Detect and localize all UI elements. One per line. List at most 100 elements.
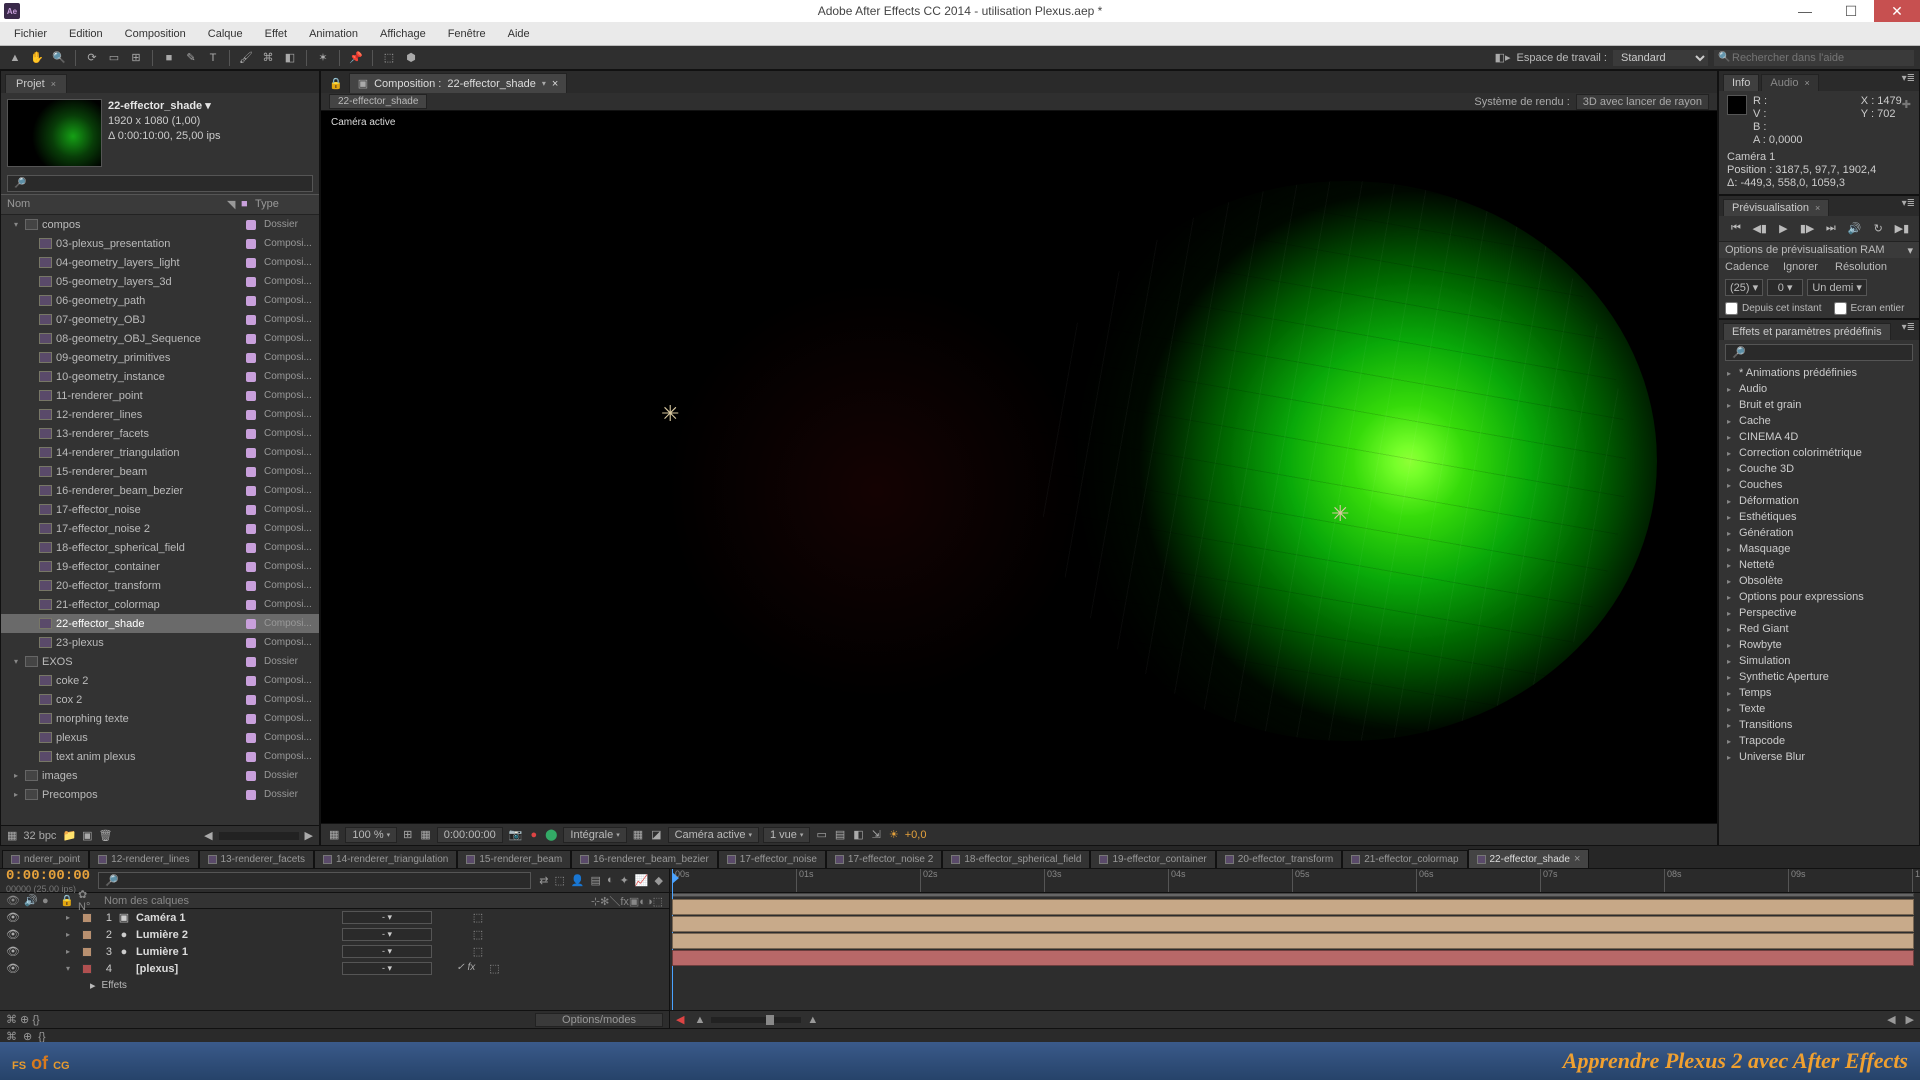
label-color-swatch[interactable] <box>246 277 256 287</box>
menu-affichage[interactable]: Affichage <box>370 24 436 44</box>
blend-mode-dropdown[interactable]: - ▾ <box>342 911 432 924</box>
ram-preview-header[interactable]: Options de prévisualisation RAM ▾ <box>1719 241 1919 258</box>
label-color-swatch[interactable] <box>246 524 256 534</box>
effect-category[interactable]: ▸Esthétiques <box>1719 509 1919 525</box>
clone-tool[interactable]: ⌘ <box>259 49 277 67</box>
project-item[interactable]: 11-renderer_pointComposi... <box>1 386 319 405</box>
info-tab[interactable]: Info <box>1723 74 1759 91</box>
bpc-button[interactable]: 32 bpc <box>23 830 56 842</box>
rect-tool[interactable]: ▭ <box>105 49 123 67</box>
timeline-tab[interactable]: 14-renderer_triangulation <box>314 850 457 868</box>
label-color-swatch[interactable] <box>246 467 256 477</box>
interpret-icon[interactable]: ▦ <box>7 829 17 842</box>
timeline-tab[interactable]: 17-effector_noise 2 <box>826 850 942 868</box>
effect-category[interactable]: ▸Bruit et grain <box>1719 397 1919 413</box>
effect-category[interactable]: ▸Rowbyte <box>1719 637 1919 653</box>
project-item[interactable]: text anim plexusComposi... <box>1 747 319 766</box>
label-color-swatch[interactable] <box>246 448 256 458</box>
label-color-swatch[interactable] <box>246 353 256 363</box>
auto-keyframe-icon[interactable]: ◆ <box>655 874 663 887</box>
project-item[interactable]: 18-effector_spherical_fieldComposi... <box>1 538 319 557</box>
timeline-tab[interactable]: 15-renderer_beam <box>457 850 571 868</box>
timeline-tab[interactable]: 16-renderer_beam_bezier <box>571 850 718 868</box>
views-dropdown[interactable]: 1 vue▾ <box>763 827 810 843</box>
graph-editor-icon[interactable]: 📈 <box>635 874 649 887</box>
twirl-icon[interactable]: ▸ <box>66 947 76 956</box>
color-mgmt-icon[interactable]: ⬤ <box>543 828 559 841</box>
resolution-icon[interactable]: ⊞ <box>401 828 414 841</box>
label-color-swatch[interactable] <box>246 676 256 686</box>
audio-tab[interactable]: Audio× <box>1761 74 1818 91</box>
puppet-tool[interactable]: 📌 <box>347 49 365 67</box>
selection-tool[interactable]: ▲ <box>6 49 24 67</box>
timeline-tab-strip[interactable]: nderer_point12-renderer_lines13-renderer… <box>0 846 1920 868</box>
effect-category[interactable]: ▸* Animations prédéfinies <box>1719 365 1919 381</box>
close-button[interactable]: ✕ <box>1874 0 1920 22</box>
zoom-in-icon[interactable]: ▲ <box>807 1014 818 1026</box>
effect-category[interactable]: ▸Audio <box>1719 381 1919 397</box>
preview-tab[interactable]: Prévisualisation× <box>1723 199 1829 216</box>
label-color-swatch[interactable] <box>246 657 256 667</box>
channel-icon[interactable]: ● <box>528 829 539 841</box>
label-color[interactable] <box>82 964 92 974</box>
marker-icon[interactable]: ◀ <box>676 1013 684 1026</box>
layer-bar[interactable] <box>672 916 1914 932</box>
scroll-left-icon[interactable]: ◀ <box>204 829 212 842</box>
pan-behind-tool[interactable]: ⊞ <box>127 49 145 67</box>
current-timecode[interactable]: 0:00:00:00 <box>6 868 90 884</box>
lock-icon[interactable]: 🔒 <box>325 74 347 93</box>
panel-menu-icon[interactable]: ▾≣ <box>1902 198 1915 209</box>
new-folder-icon[interactable]: 📁 <box>62 829 76 842</box>
twirl-icon[interactable]: ▸ <box>66 913 76 922</box>
timeline-tab[interactable]: 12-renderer_lines <box>89 850 198 868</box>
maximize-button[interactable]: ☐ <box>1828 0 1874 22</box>
3d-switch-icon[interactable]: ⬚ <box>473 928 483 941</box>
project-item[interactable]: ▾EXOSDossier <box>1 652 319 671</box>
menu-effet[interactable]: Effet <box>255 24 297 44</box>
menu-aide[interactable]: Aide <box>498 24 540 44</box>
label-color-swatch[interactable] <box>246 771 256 781</box>
framerate-field[interactable]: (25) ▾ <box>1725 279 1763 296</box>
label-color-swatch[interactable] <box>246 258 256 268</box>
frame-blend-icon[interactable]: ▤ <box>591 874 601 887</box>
help-search-input[interactable] <box>1714 50 1914 66</box>
shy-icon[interactable]: 👤 <box>571 874 585 887</box>
project-item[interactable]: 22-effector_shadeComposi... <box>1 614 319 633</box>
composition-canvas[interactable]: Caméra active ✳ ✳ <box>321 111 1717 823</box>
chevron-down-icon[interactable]: ▾ <box>542 79 546 88</box>
timeline-tab[interactable]: nderer_point <box>2 850 89 868</box>
effects-search[interactable]: 🔎 <box>1725 344 1913 361</box>
menu-calque[interactable]: Calque <box>198 24 253 44</box>
pixel-aspect-icon[interactable]: ▭ <box>814 828 828 841</box>
project-item[interactable]: coke 2Composi... <box>1 671 319 690</box>
zoom-dropdown[interactable]: 100 %▾ <box>345 827 397 843</box>
label-color[interactable] <box>82 930 92 940</box>
twirl-icon[interactable]: ▸ <box>66 930 76 939</box>
workspace-select[interactable]: Standard <box>1613 50 1708 66</box>
label-color-swatch[interactable] <box>246 733 256 743</box>
effect-category[interactable]: ▸Temps <box>1719 685 1919 701</box>
effect-category[interactable]: ▸Texte <box>1719 701 1919 717</box>
orbit-tool[interactable]: ⟳ <box>83 49 101 67</box>
project-item[interactable]: 07-geometry_OBJComposi... <box>1 310 319 329</box>
last-frame-button[interactable]: ⏭ <box>1822 222 1840 235</box>
fast-draft-icon[interactable]: ▤ <box>833 828 847 841</box>
project-item[interactable]: ▸PrecomposDossier <box>1 785 319 804</box>
render-system-value[interactable]: 3D avec lancer de rayon <box>1576 94 1709 110</box>
ram-preview-button[interactable]: ▶▮ <box>1893 222 1911 235</box>
project-item[interactable]: 20-effector_transformComposi... <box>1 576 319 595</box>
time-zoom-slider[interactable]: ▲ ▲ <box>694 1014 818 1026</box>
zoom-tool[interactable]: 🔍 <box>50 49 68 67</box>
label-color-swatch[interactable] <box>246 429 256 439</box>
options-modes-button[interactable]: Options/modes <box>535 1013 663 1027</box>
effect-category[interactable]: ▸Cache <box>1719 413 1919 429</box>
menu-fichier[interactable]: Fichier <box>4 24 57 44</box>
3d-switch-icon[interactable]: ⬚ <box>473 945 483 958</box>
label-color-swatch[interactable] <box>246 695 256 705</box>
hand-tool[interactable]: ✋ <box>28 49 46 67</box>
pen-tool[interactable]: ✎ <box>182 49 200 67</box>
timeline-tab[interactable]: 13-renderer_facets <box>199 850 315 868</box>
effect-category[interactable]: ▸Masquage <box>1719 541 1919 557</box>
project-item[interactable]: 03-plexus_presentationComposi... <box>1 234 319 253</box>
twirl-icon[interactable]: ▾ <box>66 964 76 973</box>
